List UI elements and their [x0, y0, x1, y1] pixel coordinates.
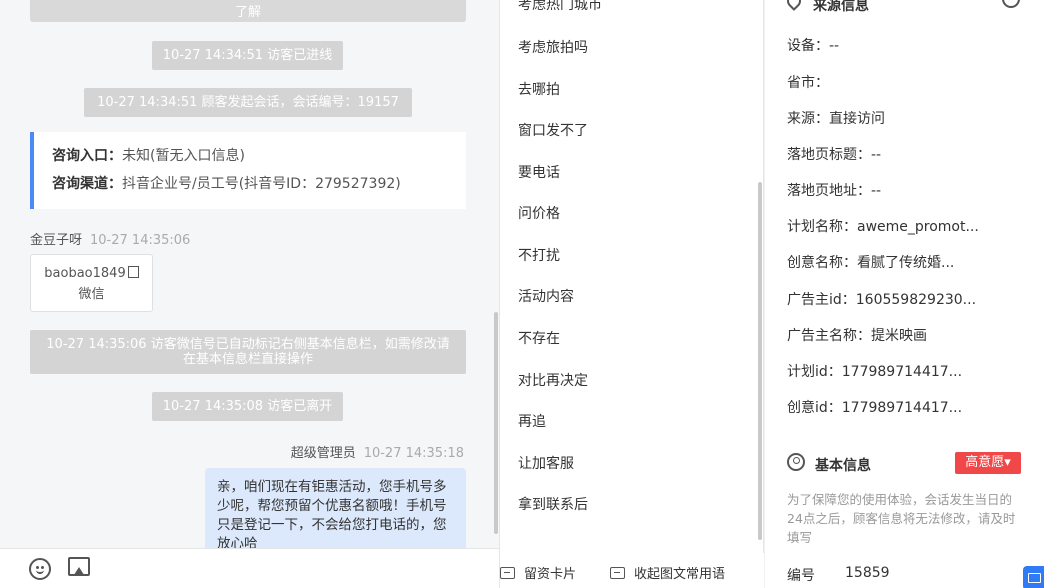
visitor-name: 金豆子呀	[30, 233, 83, 248]
basic-info-title: 基本信息	[815, 458, 871, 474]
agent-meta: 超级管理员 10-27 14:35:18	[291, 442, 464, 461]
consult-entry-label: 咨询入口：	[52, 148, 122, 164]
phrase-item[interactable]: 拿到联系后	[518, 494, 588, 514]
consult-info-card: 咨询入口：未知(暂无入口信息) 咨询渠道：抖音企业号/员工号(抖音号ID：279…	[30, 132, 466, 209]
field-source: 来源：直接访问	[787, 111, 885, 127]
phrase-scrollbar[interactable]	[758, 182, 762, 540]
location-pin-icon	[784, 0, 804, 11]
phrase-bottom-bar: 留资卡片 收起图文常用语	[500, 553, 764, 588]
intent-badge[interactable]: 高意愿▾	[955, 452, 1021, 474]
card-icon	[500, 567, 515, 579]
chat-toolbar	[0, 548, 499, 588]
phrase-list: 考虑热门城市 考虑旅拍吗 去哪拍 窗口发不了 要电话 问价格 不打扰 活动内容 …	[500, 0, 764, 588]
system-wechat-notice: 10-27 14:35:06 访客微信号已自动标记右侧基本信息栏，如需修改请在基…	[30, 330, 466, 374]
phrase-item[interactable]: 考虑热门城市	[518, 0, 602, 14]
agent-name: 超级管理员	[290, 446, 356, 461]
agent-message-bubble: 亲，咱们现在有钜惠活动，您手机号多少呢，帮您预留个优惠名额哦！手机号只是登记一下…	[205, 468, 466, 558]
phrase-item[interactable]: 窗口发不了	[518, 120, 588, 140]
field-province: 省市：	[787, 75, 829, 91]
phrase-item[interactable]: 再追	[518, 411, 546, 431]
phrase-item[interactable]: 去哪拍	[518, 79, 560, 99]
shield-icon[interactable]	[1002, 0, 1020, 8]
phrase-item[interactable]: 问价格	[518, 203, 560, 223]
consult-entry-value: 未知(暂无入口信息)	[122, 148, 245, 164]
visitor-meta: 金豆子呀 10-27 14:35:06	[30, 229, 190, 248]
float-message-button[interactable]	[1023, 566, 1044, 588]
chat-panel: 了解 10-27 14:34:51 访客已进线 10-27 14:34:51 顾…	[0, 0, 500, 588]
lead-card-button[interactable]: 留资卡片	[500, 563, 576, 582]
collapse-phrases-label: 收起图文常用语	[634, 567, 726, 582]
wechat-card[interactable]: baobao1849 微信	[30, 254, 153, 312]
consult-channel-row: 咨询渠道：抖音企业号/员工号(抖音号ID：279527392)	[52, 173, 466, 193]
collapse-phrases-button[interactable]: 收起图文常用语	[610, 563, 725, 582]
phrase-item[interactable]: 活动内容	[518, 286, 574, 306]
field-number-value: 15859	[845, 565, 890, 581]
emoji-icon[interactable]	[29, 558, 51, 580]
consult-entry-row: 咨询入口：未知(暂无入口信息)	[52, 145, 466, 165]
field-plan-id: 计划id：177989714417...	[787, 364, 963, 380]
emoji-mouth	[36, 569, 44, 574]
source-info-title: 来源信息	[813, 0, 869, 14]
field-creative-id: 创意id：177989714417...	[787, 400, 963, 416]
system-session-notice: 10-27 14:34:51 顾客发起会话，会话编号：19157	[84, 88, 412, 117]
consult-channel-value: 抖音企业号/员工号(抖音号ID：279527392)	[122, 176, 401, 192]
copy-icon[interactable]	[127, 266, 139, 278]
previous-message: 了解	[30, 0, 466, 22]
image-icon[interactable]	[68, 557, 90, 576]
wechat-id: baobao1849	[44, 266, 126, 281]
message-icon	[610, 567, 625, 579]
phrase-item[interactable]: 不打扰	[518, 245, 560, 265]
agent-time: 10-27 14:35:18	[363, 446, 464, 461]
user-icon	[787, 453, 805, 471]
phrase-item[interactable]: 不存在	[518, 328, 560, 348]
field-landing-url: 落地页地址：--	[787, 183, 882, 199]
visitor-time: 10-27 14:35:06	[90, 233, 191, 248]
field-device: 设备：--	[787, 38, 840, 54]
field-plan-name: 计划名称：aweme_promot...	[787, 219, 979, 235]
field-advertiser-id: 广告主id：160559829230...	[787, 292, 977, 308]
system-entered-notice: 10-27 14:34:51 访客已进线	[152, 41, 343, 70]
phrase-item[interactable]: 要电话	[518, 162, 560, 182]
system-left-notice: 10-27 14:35:08 访客已离开	[152, 392, 343, 421]
phrase-item[interactable]: 让加客服	[518, 453, 574, 473]
consult-channel-label: 咨询渠道：	[52, 176, 122, 192]
visitor-info-panel: 来源信息 设备：-- 省市： 来源：直接访问 落地页标题：-- 落地页地址：--…	[765, 0, 1044, 588]
field-creative-name: 创意名称：看腻了传统婚...	[787, 255, 955, 271]
field-advertiser-name: 广告主名称：提米映画	[787, 328, 927, 344]
field-number-label: 编号	[787, 568, 815, 584]
field-landing-title: 落地页标题：--	[787, 147, 882, 163]
edit-notice: 为了保障您的使用体验，会话发生当日的24点之后，顾客信息将无法修改，请及时填写	[787, 492, 1016, 545]
chat-scrollbar[interactable]	[494, 312, 498, 534]
wechat-label: 微信	[78, 287, 105, 302]
phrase-item[interactable]: 对比再决定	[518, 370, 588, 390]
phrase-item[interactable]: 考虑旅拍吗	[518, 37, 588, 57]
lead-card-label: 留资卡片	[524, 567, 577, 582]
